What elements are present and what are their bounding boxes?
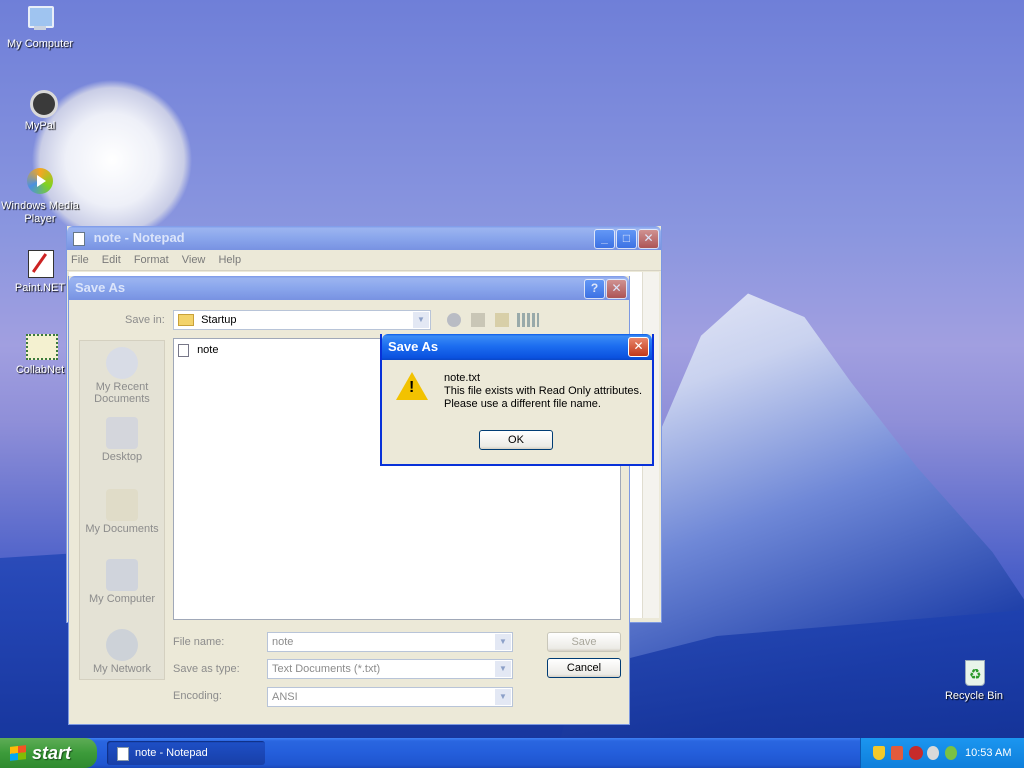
file-name-label: File name: [173,636,225,648]
close-button[interactable]: ✕ [638,229,659,249]
save-as-titlebar[interactable]: Save As ? ✕ [69,276,629,300]
alert-message: note.txt This file exists with Read Only… [444,372,642,411]
help-button[interactable]: ? [584,279,605,299]
recent-documents-icon [106,347,138,379]
save-in-combo[interactable]: Startup ▼ [173,310,431,330]
save-in-label: Save in: [125,314,165,326]
view-menu-icon[interactable] [517,313,539,327]
alert-line-2: This file exists with Read Only attribut… [444,385,643,397]
certificate-icon [24,330,58,362]
place-my-documents[interactable]: My Documents [80,489,164,535]
start-button[interactable]: start [0,738,97,768]
desktop-icon-recycle-bin[interactable]: ♻ Recycle Bin [934,656,1014,703]
computer-icon [24,4,56,36]
raccoon-icon [24,86,58,118]
desktop-icon-windows-media-player[interactable]: Windows Media Player [0,166,80,226]
my-computer-icon [106,559,138,591]
menu-file[interactable]: File [71,254,89,266]
sync-icon[interactable] [945,746,957,760]
alert-close-button[interactable]: ✕ [628,337,649,357]
place-desktop[interactable]: Desktop [80,417,164,463]
maximize-button[interactable]: □ [616,229,637,249]
menu-edit[interactable]: Edit [102,254,121,266]
my-documents-icon [106,489,138,521]
warning-icon: ! [396,372,428,400]
save-in-value: Startup [201,314,237,326]
alert-file-name: note.txt [444,372,481,384]
minimize-button[interactable]: _ [594,229,615,249]
save-button[interactable]: Save [547,632,621,652]
ok-button[interactable]: OK [479,430,553,450]
notepad-titlebar[interactable]: note - Notepad _ □ ✕ [67,226,661,250]
notepad-task-icon [117,747,129,761]
file-name-input[interactable]: note ▼ [267,632,513,652]
encoding-select[interactable]: ANSI ▼ [267,687,513,707]
chevron-down-icon: ▼ [495,661,511,677]
cancel-button[interactable]: Cancel [547,658,621,678]
save-as-title: Save As [75,280,126,295]
notepad-title: note - Notepad [93,230,185,245]
save-as-close-button[interactable]: ✕ [606,279,627,299]
menu-help[interactable]: Help [218,254,241,266]
media-player-icon [24,166,56,198]
security-shield-icon[interactable] [873,746,885,760]
antivirus-icon[interactable] [909,746,923,760]
system-tray: 10:53 AM [860,738,1024,768]
menu-view[interactable]: View [182,254,206,266]
text-file-icon [178,343,189,357]
chevron-down-icon: ▼ [495,634,511,650]
menu-format[interactable]: Format [134,254,169,266]
volume-icon[interactable] [927,746,939,760]
alert-title: Save As [388,339,439,354]
taskbar-item-notepad[interactable]: note - Notepad [107,741,265,765]
chevron-down-icon: ▼ [495,689,511,705]
encoding-label: Encoding: [173,690,222,702]
save-type-label: Save as type: [173,663,240,675]
notepad-doc-icon [73,231,85,246]
save-type-select[interactable]: Text Documents (*.txt) ▼ [267,659,513,679]
places-bar: My Recent Documents Desktop My Documents… [79,340,165,680]
network-icon[interactable] [891,746,903,760]
up-folder-icon[interactable] [471,313,485,327]
windows-flag-icon [10,745,26,761]
paint-icon [24,248,56,280]
back-icon[interactable] [447,313,461,327]
place-my-network[interactable]: My Network [80,629,164,675]
read-only-alert-dialog[interactable]: Save As ✕ ! note.txt This file exists wi… [380,334,654,466]
desktop-icon [106,417,138,449]
chevron-down-icon: ▼ [413,312,429,328]
list-item[interactable]: note [178,343,218,357]
alert-titlebar[interactable]: Save As ✕ [382,334,652,360]
alert-line-3: Please use a different file name. [444,398,601,410]
taskbar: start note - Notepad 10:53 AM [0,738,1024,768]
notepad-menubar: File Edit Format View Help [67,250,661,271]
desktop-icon-mypal[interactable]: MyPal [0,86,80,133]
place-my-recent-documents[interactable]: My Recent Documents [80,347,164,405]
place-my-computer[interactable]: My Computer [80,559,164,605]
clock[interactable]: 10:53 AM [965,738,1011,768]
my-network-icon [106,629,138,661]
recycle-bin-icon: ♻ [958,656,990,688]
new-folder-icon[interactable] [495,313,509,327]
desktop-icon-my-computer[interactable]: My Computer [0,4,80,51]
folder-icon [178,314,194,327]
